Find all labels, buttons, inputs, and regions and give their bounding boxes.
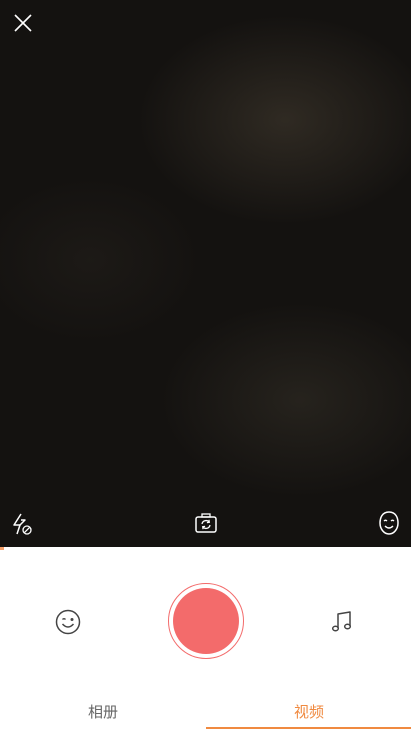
- sticker-button[interactable]: [52, 606, 84, 638]
- flip-camera-button[interactable]: [191, 509, 221, 539]
- music-button[interactable]: [326, 606, 358, 638]
- close-icon: [14, 14, 32, 32]
- music-note-icon: [331, 611, 352, 632]
- active-tab-indicator: [206, 727, 411, 729]
- recording-progress-fill: [0, 547, 4, 550]
- camera-screen: 相册 视频: [0, 0, 411, 730]
- recording-progress-bar: [0, 547, 411, 550]
- tab-video[interactable]: 视频: [268, 698, 350, 726]
- flash-toggle-button[interactable]: [8, 510, 36, 538]
- flash-off-icon: [13, 513, 32, 535]
- record-button-core: [173, 588, 239, 654]
- tab-album[interactable]: 相册: [62, 698, 144, 726]
- camera-flip-icon: [195, 513, 217, 533]
- close-button[interactable]: [8, 8, 38, 38]
- record-button[interactable]: [168, 583, 244, 659]
- camera-viewfinder: [0, 0, 411, 547]
- beauty-filter-button[interactable]: [374, 508, 404, 538]
- smiley-sticker-icon: [55, 609, 81, 635]
- face-beauty-icon: [379, 511, 399, 535]
